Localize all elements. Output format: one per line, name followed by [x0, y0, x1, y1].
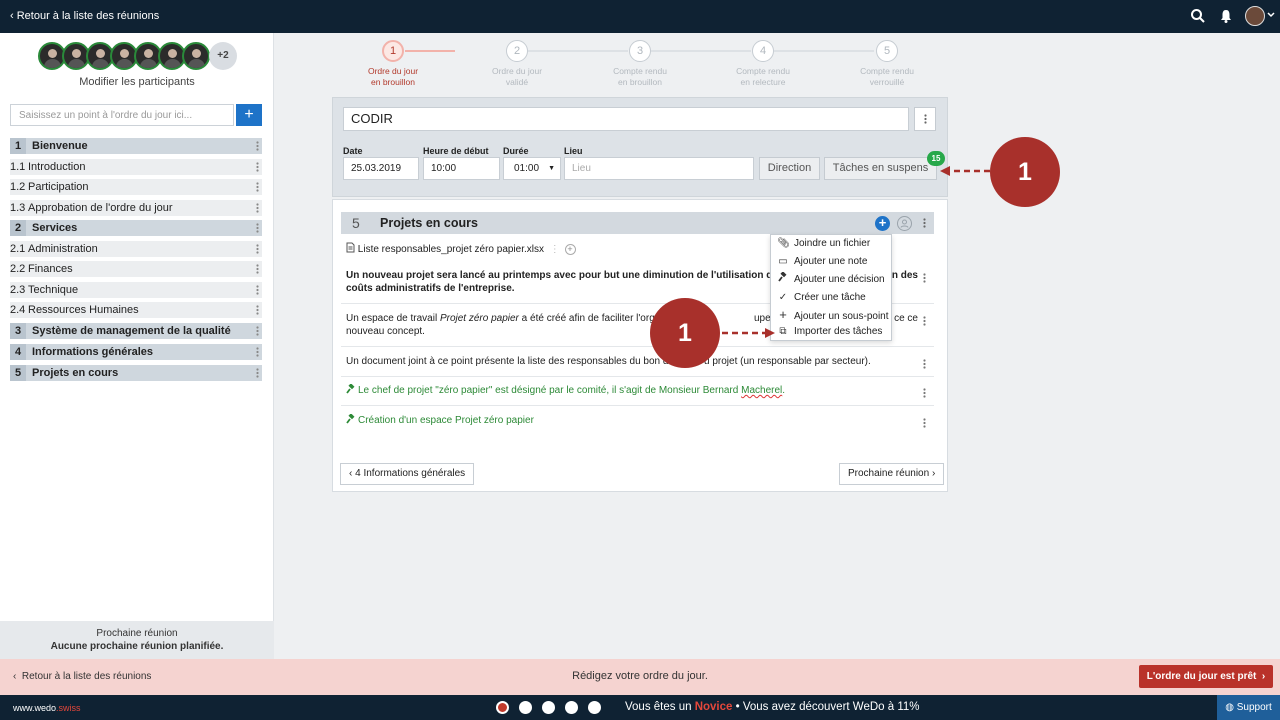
brand-text-accent: .swiss [56, 703, 81, 713]
progress-text: • Vous avez découvert WeDo à 11% [732, 701, 920, 713]
agenda-ready-button[interactable]: L'ordre du jour est prêt › [1139, 665, 1273, 688]
globe-icon: ◍ [1225, 702, 1234, 713]
tutorial-progress-dot[interactable] [588, 701, 601, 714]
status-message: Rédigez votre ordre du jour. [572, 670, 708, 682]
agenda-ready-label: L'ordre du jour est prêt [1146, 671, 1257, 682]
tutorial-progress-dot-active[interactable] [496, 701, 509, 714]
progress-message: Vous êtes un Novice • Vous avez découver… [625, 701, 920, 713]
support-button[interactable]: ◍ Support [1217, 695, 1280, 720]
tutorial-callout: 1 [990, 137, 1060, 207]
tutorial-callout: 1 [650, 298, 720, 368]
brand-text: www.wedo [13, 703, 57, 713]
callout-arrows [722, 166, 990, 338]
tutorial-progress-dot[interactable] [519, 701, 532, 714]
progress-level: Novice [694, 701, 733, 713]
bottom-bar: www.wedo.swiss Vous êtes un Novice • Vou… [0, 695, 1280, 720]
tutorial-progress-dot[interactable] [565, 701, 578, 714]
status-bar: ‹ Retour à la liste des réunions Rédigez… [0, 659, 1280, 695]
support-label: Support [1236, 702, 1272, 713]
progress-text: Vous êtes un [625, 701, 695, 713]
brand-logo: www.wedo.swiss [13, 703, 81, 713]
tutorial-progress-dot[interactable] [542, 701, 555, 714]
